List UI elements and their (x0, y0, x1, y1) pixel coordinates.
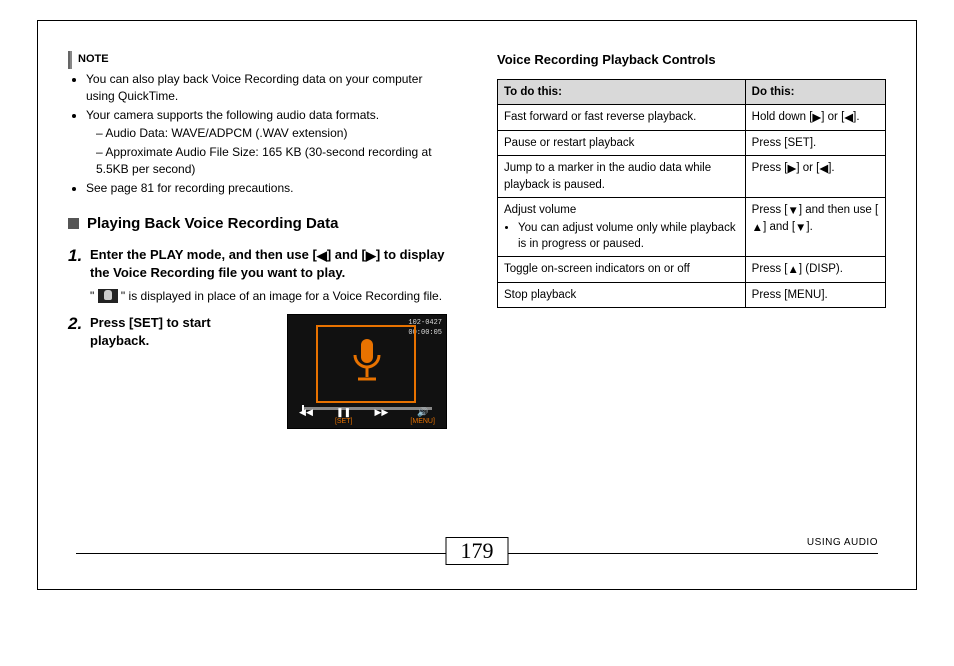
step-2-title: Press [SET] to start playback. (90, 314, 267, 349)
down-arrow-icon: ▼ (795, 220, 806, 236)
section-header: Playing Back Voice Recording Data (68, 213, 447, 234)
table-header: To do this: (498, 80, 746, 105)
table-header-row: To do this: Do this: (498, 80, 886, 105)
step-1-title: Enter the PLAY mode, and then use [◀] an… (90, 246, 447, 282)
note-header: NOTE (68, 51, 447, 69)
left-column: NOTE You can also play back Voice Record… (38, 21, 477, 589)
table-cell: Hold down [▶] or [◀]. (745, 105, 885, 131)
table-cell: Press [▼] and then use [▲] and [▼]. (745, 197, 885, 256)
table-row: Adjust volume You can adjust volume only… (498, 197, 886, 256)
up-arrow-icon: ▲ (752, 220, 763, 236)
note-sublist: Audio Data: WAVE/ADPCM (.WAV extension) … (96, 125, 447, 177)
table-cell: Pause or restart playback (498, 131, 746, 156)
right-arrow-icon: ▶ (787, 161, 796, 177)
table-cell: Press [▲] (DISP). (745, 256, 885, 282)
table-cell: Press [▶] or [◀]. (745, 156, 885, 197)
table-header: Do this: (745, 80, 885, 105)
step-1: 1. Enter the PLAY mode, and then use [◀]… (68, 246, 447, 305)
table-cell: Jump to a marker in the audio data while… (498, 156, 746, 197)
left-arrow-icon: ◀ (317, 247, 327, 265)
table-cell: Press [MENU]. (745, 283, 885, 308)
down-arrow-icon: ▼ (787, 203, 798, 219)
lcd-mic-icon (349, 337, 385, 383)
note-subitem: Approximate Audio File Size: 165 KB (30-… (96, 144, 447, 178)
table-title: Voice Recording Playback Controls (497, 51, 886, 69)
right-arrow-icon: ▶ (812, 110, 821, 126)
table-row: Toggle on-screen indicators on or off Pr… (498, 256, 886, 282)
section-title: Playing Back Voice Recording Data (87, 213, 338, 234)
step-1-sub: " " is displayed in place of an image fo… (90, 288, 447, 305)
table-row: Pause or restart playback Press [SET]. (498, 131, 886, 156)
step-2: 2. Press [SET] to start playback. 102-04… (68, 314, 447, 429)
step-number: 2. (68, 314, 90, 429)
footer-section-label: USING AUDIO (807, 537, 878, 548)
left-arrow-icon: ◀ (819, 161, 828, 177)
page-footer: USING AUDIO 179 (38, 549, 916, 579)
left-arrow-icon: ◀ (844, 110, 853, 126)
table-cell: Toggle on-screen indicators on or off (498, 256, 746, 282)
footer-rule-right (508, 553, 878, 554)
manual-page: NOTE You can also play back Voice Record… (37, 20, 917, 590)
controls-table: To do this: Do this: Fast forward or fas… (497, 79, 886, 308)
note-subitem: Audio Data: WAVE/ADPCM (.WAV extension) (96, 125, 447, 142)
note-list: You can also play back Voice Recording d… (86, 71, 447, 197)
right-column: Voice Recording Playback Controls To do … (477, 21, 916, 589)
section-square-icon (68, 218, 79, 229)
note-item: You can also play back Voice Recording d… (86, 71, 447, 105)
table-cell: Press [SET]. (745, 131, 885, 156)
lcd-buttons: ◀◀ ❚❚[SET] ▶▶ 🔊[MENU] (288, 408, 446, 427)
note-item: Your camera supports the following audio… (86, 107, 447, 178)
page-number: 179 (446, 537, 509, 565)
note-item: See page 81 for recording precautions. (86, 180, 447, 197)
table-cell: Fast forward or fast reverse playback. (498, 105, 746, 131)
note-label: NOTE (78, 52, 109, 67)
mic-icon (98, 289, 118, 303)
table-row: Stop playback Press [MENU]. (498, 283, 886, 308)
footer-rule-left (76, 553, 446, 554)
note-bar-icon (68, 51, 72, 69)
table-cell: Adjust volume You can adjust volume only… (498, 197, 746, 256)
table-cell: Stop playback (498, 283, 746, 308)
table-row: Fast forward or fast reverse playback. H… (498, 105, 886, 131)
up-arrow-icon: ▲ (787, 262, 798, 278)
lcd-screenshot: 102-0427 00:00:05 ◀◀ (287, 314, 447, 429)
step-number: 1. (68, 246, 90, 305)
right-arrow-icon: ▶ (366, 247, 376, 265)
table-row: Jump to a marker in the audio data while… (498, 156, 886, 197)
